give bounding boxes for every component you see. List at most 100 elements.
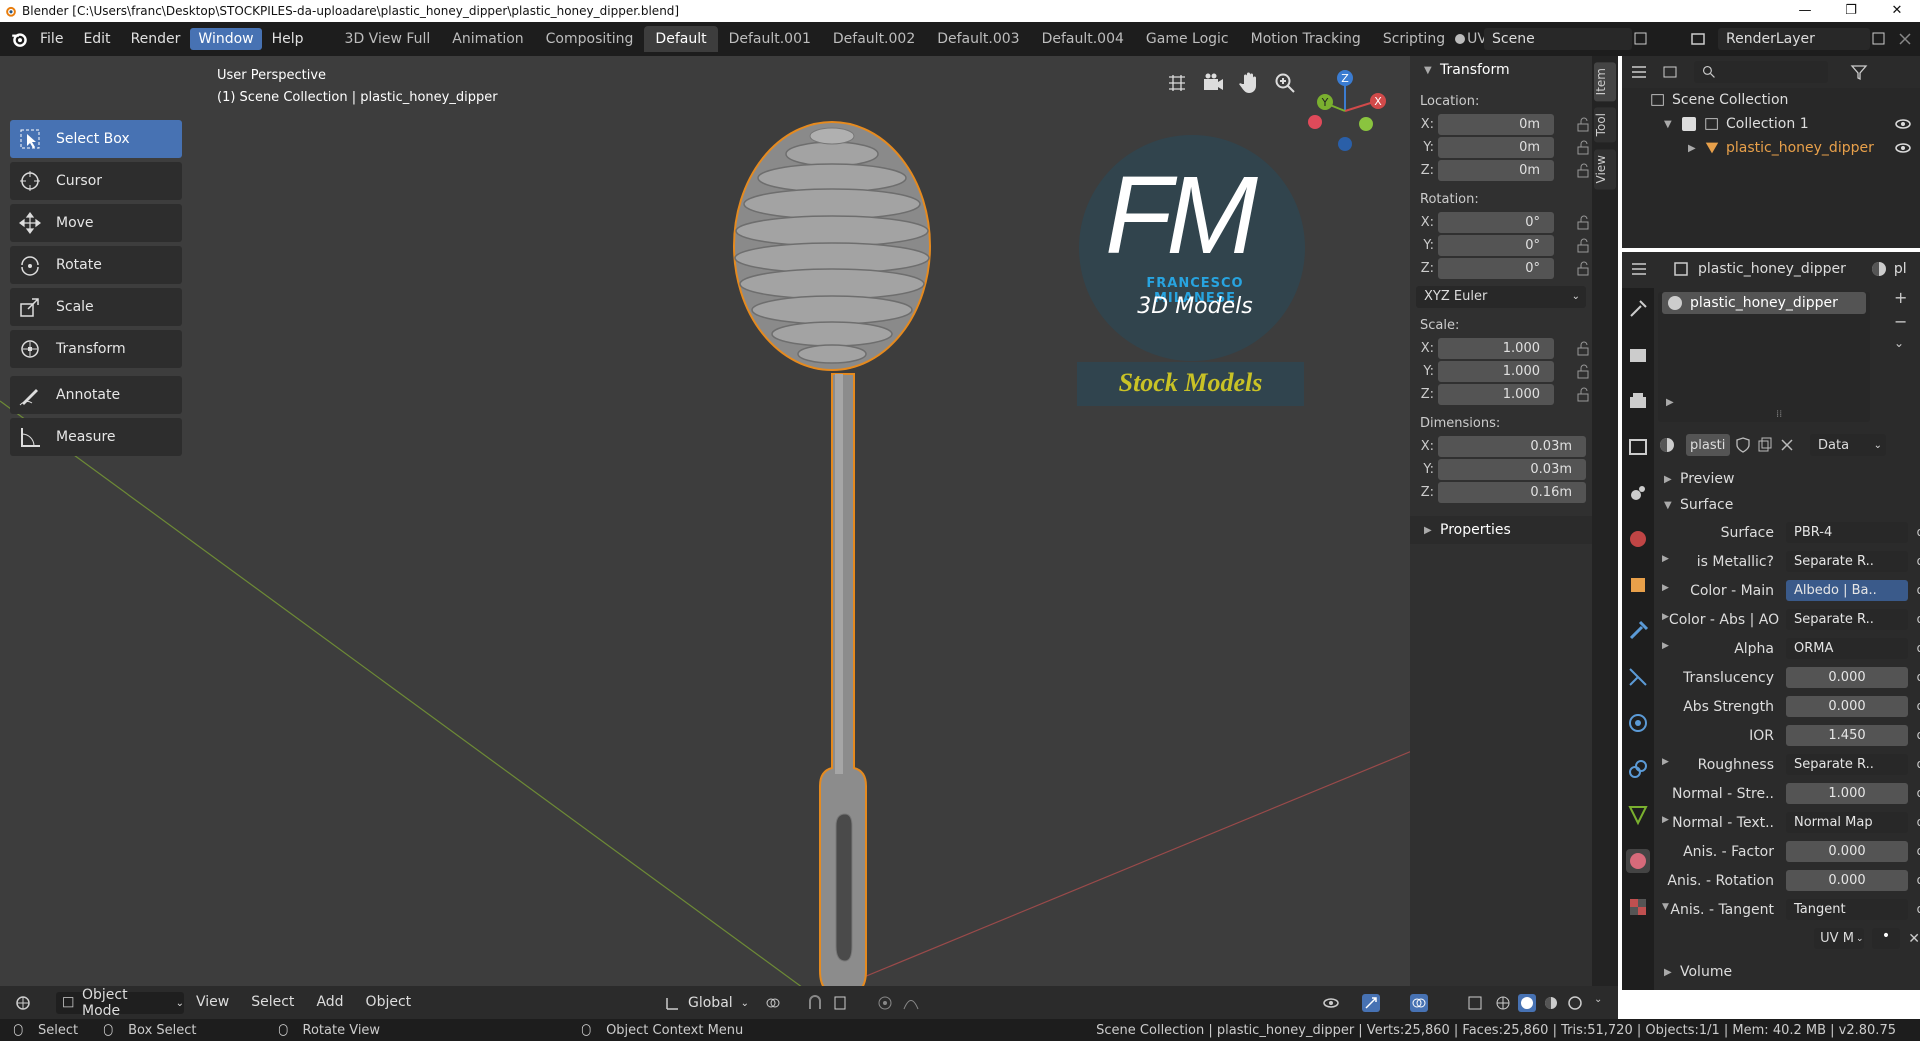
renderlayer-selector[interactable]: RenderLayer [1718, 28, 1870, 50]
eye-icon[interactable] [1894, 139, 1912, 157]
rotation-x-row[interactable]: X: 0° [1416, 211, 1592, 234]
lock-icon[interactable] [1576, 341, 1592, 357]
location-z-row[interactable]: Z: 0m [1416, 159, 1592, 182]
dimensions-z-field[interactable]: 0.16m [1438, 482, 1586, 503]
tab-tool[interactable]: Tool [1594, 107, 1616, 143]
material-name-field[interactable]: plasti [1686, 434, 1730, 456]
surface-property-value[interactable]: ORMA [1786, 638, 1920, 659]
menu-help[interactable]: Help [262, 31, 314, 47]
expand-down-icon[interactable]: ▼ [1662, 902, 1669, 912]
header-menu-view[interactable]: View [196, 994, 229, 1010]
tool-transform[interactable]: Transform [10, 330, 182, 368]
surface-property-value[interactable]: Normal Map [1786, 812, 1920, 833]
minimize-button[interactable]: — [1782, 0, 1828, 22]
output-tab-icon[interactable] [1626, 389, 1650, 413]
new-renderlayer-icon[interactable] [1870, 30, 1888, 48]
scale-z-field[interactable]: 1.000 [1438, 384, 1554, 405]
rotation-y-field[interactable]: 0° [1438, 235, 1554, 256]
rotation-z-row[interactable]: Z: 0° [1416, 257, 1592, 280]
location-x-row[interactable]: X: 0m [1416, 113, 1592, 136]
expand-right-icon[interactable]: ▶ [1662, 757, 1669, 767]
lock-icon[interactable] [1576, 238, 1592, 254]
surface-property-value[interactable]: 0.000 [1786, 667, 1920, 688]
duplicate-icon[interactable] [1756, 436, 1774, 454]
surface-property-value[interactable]: 0.000 [1786, 870, 1920, 891]
3d-viewport[interactable]: FM FRANCESCO MILANESE 3D Models Stock Mo… [0, 56, 1618, 990]
surface-property-value[interactable]: 0.000 [1786, 696, 1920, 717]
visibility-icon[interactable] [1322, 994, 1340, 1012]
outliner-collection-1[interactable]: ▼ Collection 1 [1622, 112, 1920, 136]
surface-property-value[interactable]: 1.450 [1786, 725, 1920, 746]
tab-compositing[interactable]: Compositing [535, 26, 645, 52]
properties-panel-header[interactable]: ▶ Properties [1410, 516, 1592, 544]
menu-render[interactable]: Render [121, 31, 191, 47]
properties-editor-type-icon[interactable] [1630, 260, 1648, 278]
scene-selector[interactable]: Scene [1484, 28, 1632, 50]
proportional-edit-icon[interactable] [876, 994, 894, 1012]
uv-clear-icon[interactable]: ✕ [1908, 931, 1920, 947]
lock-icon[interactable] [1576, 261, 1592, 277]
close-button[interactable]: ✕ [1874, 0, 1920, 22]
tab-default-002[interactable]: Default.002 [822, 26, 926, 52]
object-mode-select[interactable]: Object Mode ⌄ [56, 987, 184, 1019]
lock-icon[interactable] [1576, 117, 1592, 133]
uv-map-select[interactable]: UV M ⌄ [1814, 928, 1864, 949]
remove-renderlayer-icon[interactable] [1896, 30, 1914, 48]
tab-default-003[interactable]: Default.003 [926, 26, 1030, 52]
snap-target-icon[interactable] [832, 994, 850, 1012]
tool-scale[interactable]: Scale [10, 288, 182, 326]
tab-3d-view-full[interactable]: 3D View Full [334, 26, 442, 52]
dimensions-y-field[interactable]: 0.03m [1438, 459, 1586, 480]
scale-x-field[interactable]: 1.000 [1438, 338, 1554, 359]
toggle-grid-icon[interactable] [1165, 71, 1189, 95]
tab-scripting[interactable]: Scripting [1372, 26, 1456, 52]
material-slot-item[interactable]: plastic_honey_dipper [1662, 292, 1866, 314]
expand-right-icon[interactable]: ▶ [1662, 554, 1669, 564]
rotation-mode-select[interactable]: XYZ Euler ⌄ [1416, 286, 1586, 308]
location-x-field[interactable]: 0m [1438, 114, 1554, 135]
fake-user-shield-icon[interactable] [1734, 436, 1752, 454]
surface-panel-header[interactable]: ▼ Surface [1658, 492, 1920, 518]
dimensions-x-field[interactable]: 0.03m [1438, 436, 1586, 457]
view-layer-tab-icon[interactable] [1626, 435, 1650, 459]
menu-window[interactable]: Window [190, 28, 262, 50]
scale-x-row[interactable]: X: 1.000 [1416, 337, 1592, 360]
expand-right-icon[interactable]: ▶ [1662, 815, 1669, 825]
material-slot-list[interactable]: plastic_honey_dipper ⁞⁞ ▶ [1658, 292, 1870, 422]
tool-rotate[interactable]: Rotate [10, 246, 182, 284]
preview-panel-header[interactable]: ▶ Preview [1658, 466, 1920, 492]
renderlayer-icon[interactable] [1690, 30, 1708, 48]
tool-tab-icon[interactable] [1626, 297, 1650, 321]
surface-property-value[interactable]: Separate R.. [1786, 754, 1920, 775]
checkbox-icon[interactable] [1682, 117, 1696, 131]
slot-menu-chevron-icon[interactable]: ⌄ [1894, 336, 1904, 350]
tool-measure[interactable]: Measure [10, 418, 182, 456]
expand-right-icon[interactable]: ▶ [1662, 583, 1669, 593]
tab-animation[interactable]: Animation [441, 26, 534, 52]
surface-property-value[interactable]: Tangent [1786, 899, 1920, 920]
transform-panel-title[interactable]: Transform [1440, 62, 1510, 78]
surface-property-value[interactable]: 0.000 [1786, 841, 1920, 862]
tab-default[interactable]: Default [644, 26, 718, 52]
overlays-icon[interactable] [1410, 994, 1428, 1012]
tab-item[interactable]: Item [1594, 62, 1616, 102]
lock-icon[interactable] [1576, 364, 1592, 380]
tool-select-box[interactable]: Select Box [10, 120, 182, 158]
editor-type-icon[interactable] [14, 994, 32, 1012]
camera-view-icon[interactable] [1201, 71, 1225, 95]
tool-annotate[interactable]: Annotate [10, 376, 182, 414]
header-menu-select[interactable]: Select [251, 994, 294, 1010]
rotation-x-field[interactable]: 0° [1438, 212, 1554, 233]
transform-orientation-select[interactable]: Global ⌄ [664, 994, 749, 1012]
filter-icon[interactable] [1850, 63, 1868, 81]
menu-file[interactable]: File [30, 31, 73, 47]
expand-right-icon[interactable]: ▶ [1662, 641, 1669, 651]
expand-right-icon[interactable]: ▶ [1662, 612, 1669, 622]
surface-property-value[interactable]: PBR-4 [1786, 522, 1920, 543]
volume-panel-header[interactable]: ▶ Volume [1658, 959, 1920, 985]
browse-material-icon[interactable] [1658, 436, 1676, 454]
pivot-point-icon[interactable] [764, 994, 782, 1012]
dimensions-y-row[interactable]: Y: 0.03m [1416, 458, 1586, 481]
scale-z-row[interactable]: Z: 1.000 [1416, 383, 1592, 406]
surface-property-value[interactable]: 1.000 [1786, 783, 1920, 804]
